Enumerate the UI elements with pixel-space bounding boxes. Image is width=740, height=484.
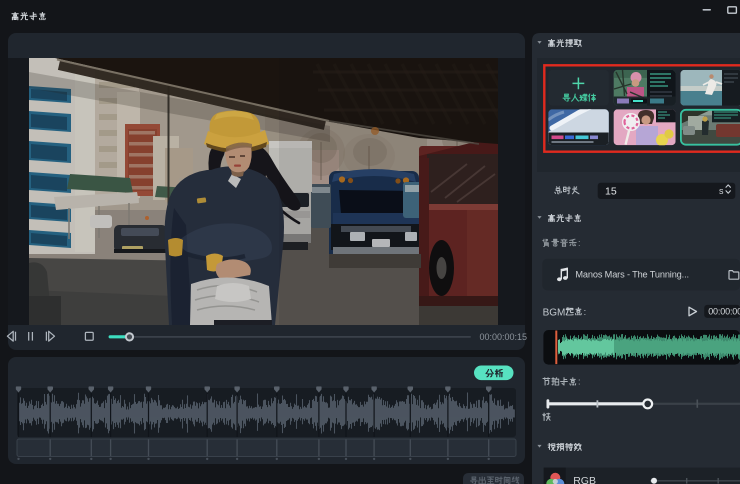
svg-text::: : — [578, 238, 581, 248]
svg-text:s: s — [719, 186, 724, 196]
svg-text:00:00:00:15: 00:00:00:15 — [479, 332, 527, 342]
svg-text:BGM: BGM — [543, 308, 566, 319]
svg-text:00:00:00:: 00:00:00: — [708, 307, 740, 317]
svg-text:RGB: RGB — [573, 475, 596, 484]
svg-text::: : — [578, 377, 581, 387]
svg-text:15: 15 — [605, 186, 617, 198]
svg-text::: : — [584, 307, 587, 317]
svg-text:Manos Mars - The Tunning...: Manos Mars - The Tunning... — [575, 270, 689, 280]
